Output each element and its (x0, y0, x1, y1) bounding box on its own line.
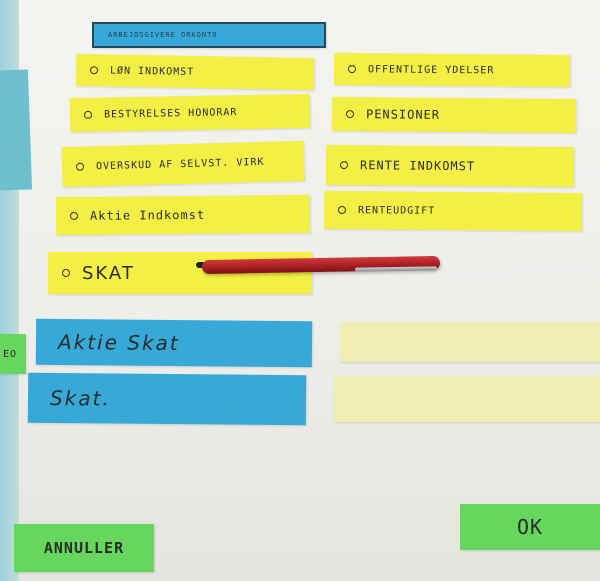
value-input-skat[interactable] (334, 376, 600, 422)
option-loen-indkomst[interactable]: LØN INDKOMST (75, 53, 315, 91)
cancel-button-label: ANNULLER (43, 539, 125, 557)
form-header-text: ARBEJDSGIVERE ORKONTO (108, 31, 218, 39)
cancel-button[interactable]: ANNULLER (14, 524, 154, 572)
radio-icon (89, 66, 99, 75)
option-label: RENTE INDKOMST (359, 158, 476, 174)
background-blue-strip (0, 69, 33, 191)
option-aktie-indkomst[interactable]: Aktie Indkomst (55, 194, 311, 236)
option-pensioner[interactable]: PENSIONER (331, 96, 577, 134)
option-label: BESTYRELSES HONORAR (103, 106, 238, 121)
edge-green-note: EO (0, 334, 26, 374)
form-header-note: ARBEJDSGIVERE ORKONTO (92, 22, 326, 48)
radio-icon (62, 269, 70, 277)
edge-fragment-text: EO (2, 348, 18, 360)
option-renteudgift[interactable]: RENTEUDGIFT (323, 190, 583, 232)
field-label-text: Aktie Skat (57, 329, 180, 356)
radio-icon (345, 110, 355, 119)
option-label: PENSIONER (365, 107, 441, 122)
option-label: Aktie Indkomst (89, 207, 206, 223)
radio-icon (339, 161, 349, 170)
radio-icon (75, 162, 85, 171)
ok-button-label: OK (516, 515, 544, 539)
option-rente-indkomst[interactable]: RENTE INDKOMST (325, 144, 575, 188)
option-label: LØN INDKOMST (109, 65, 195, 78)
option-label: SKAT (82, 262, 135, 284)
option-label: RENTEUDGIFT (357, 204, 436, 217)
ok-button[interactable]: OK (460, 504, 600, 550)
radio-icon (69, 211, 79, 220)
radio-icon (347, 65, 357, 74)
radio-icon (83, 110, 93, 119)
field-label-text: Skat. (49, 385, 111, 411)
option-label: OFFENTLIGE YDELSER (367, 63, 495, 76)
option-label: OVERSKUD AF SELVST. VIRK (95, 156, 265, 172)
field-label-skat: Skat. (27, 372, 307, 426)
option-offentlige-ydelser[interactable]: OFFENTLIGE YDELSER (333, 52, 571, 88)
value-input-aktie-skat[interactable] (340, 322, 600, 362)
radio-icon (337, 205, 347, 215)
option-overskud-selvst-virk[interactable]: OVERSKUD AF SELVST. VIRK (61, 140, 305, 188)
option-bestyrelses-honorar[interactable]: BESTYRELSES HONORAR (69, 93, 311, 133)
field-label-aktie-skat: Aktie Skat (35, 318, 313, 368)
